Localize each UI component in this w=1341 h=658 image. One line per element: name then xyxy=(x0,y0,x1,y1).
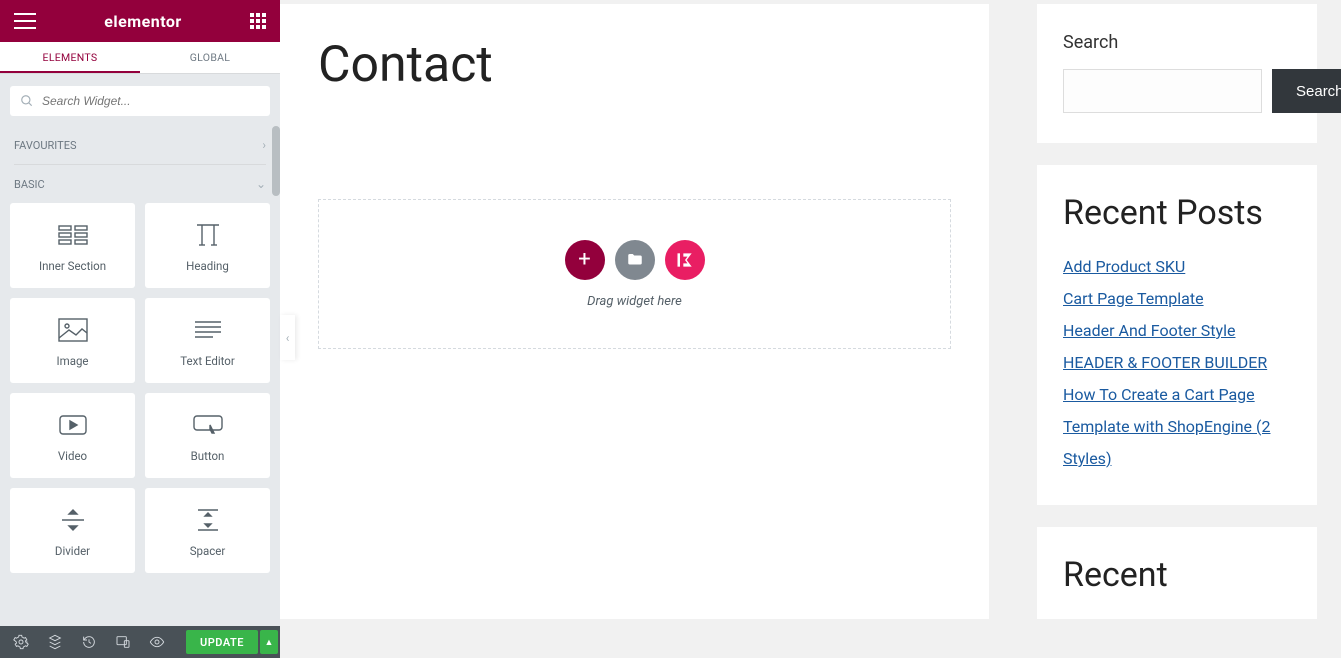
recent-title: Recent xyxy=(1063,555,1291,595)
recent-posts-widget: Recent Posts Add Product SKU Cart Page T… xyxy=(1037,165,1317,505)
widget-text-editor[interactable]: Text Editor xyxy=(145,298,270,383)
apps-icon[interactable] xyxy=(250,13,266,29)
image-icon xyxy=(53,314,93,346)
update-button[interactable]: UPDATE xyxy=(186,630,258,654)
category-label: FAVOURITES xyxy=(14,139,76,152)
settings-button[interactable] xyxy=(4,626,38,658)
menu-icon[interactable] xyxy=(14,13,36,29)
widget-label: Spacer xyxy=(190,544,226,558)
video-icon xyxy=(53,409,93,441)
category-basic[interactable]: BASIC ⌄ xyxy=(0,165,280,203)
history-button[interactable] xyxy=(72,626,106,658)
elementor-panel: elementor ELEMENTS GLOBAL FAVOURITES › B… xyxy=(0,0,280,658)
tab-global[interactable]: GLOBAL xyxy=(140,42,280,73)
post-link[interactable]: Cart Page Template xyxy=(1063,283,1291,315)
panel-scroll: FAVOURITES › BASIC ⌄ Inner Section Headi… xyxy=(0,126,280,658)
panel-scrollbar[interactable] xyxy=(272,126,280,196)
widget-label: Image xyxy=(56,354,88,368)
divider-icon xyxy=(53,504,93,536)
main-content: Contact + Drag widget here xyxy=(280,4,989,619)
search-field[interactable] xyxy=(1063,69,1262,113)
post-link[interactable]: Add Product SKU xyxy=(1063,251,1291,283)
chevron-right-icon: › xyxy=(262,138,266,152)
preview-button[interactable] xyxy=(140,626,174,658)
widget-grid: Inner Section Heading Image Text Editor xyxy=(0,203,280,573)
chevron-down-icon: ⌄ xyxy=(256,177,266,191)
text-editor-icon xyxy=(188,314,228,346)
panel-footer: UPDATE ▲ xyxy=(0,626,280,658)
search-button[interactable]: Search xyxy=(1272,69,1341,113)
button-icon xyxy=(188,409,228,441)
recent-posts-title: Recent Posts xyxy=(1063,193,1291,233)
widget-label: Button xyxy=(191,449,225,463)
recent-widget: Recent xyxy=(1037,527,1317,619)
search-widget: Search Search xyxy=(1037,4,1317,143)
widget-button[interactable]: Button xyxy=(145,393,270,478)
widget-label: Video xyxy=(58,449,87,463)
search-input[interactable] xyxy=(34,94,260,108)
preview-area: Contact + Drag widget here Search xyxy=(280,0,1341,658)
collapse-handle[interactable]: ‹ xyxy=(280,315,295,360)
navigator-button[interactable] xyxy=(38,626,72,658)
panel-header: elementor xyxy=(0,0,280,42)
page-title: Contact xyxy=(318,36,951,94)
post-link[interactable]: HEADER & FOOTER BUILDER xyxy=(1063,347,1291,379)
spacer-icon xyxy=(188,504,228,536)
inner-section-icon xyxy=(53,219,93,251)
panel-tabs: ELEMENTS GLOBAL xyxy=(0,42,280,74)
tab-elements[interactable]: ELEMENTS xyxy=(0,42,140,73)
widget-spacer[interactable]: Spacer xyxy=(145,488,270,573)
category-label: BASIC xyxy=(14,178,45,191)
heading-icon xyxy=(188,219,228,251)
update-options-button[interactable]: ▲ xyxy=(260,630,278,654)
brand-logo: elementor xyxy=(104,12,182,31)
widget-label: Divider xyxy=(55,544,90,558)
drop-hint: Drag widget here xyxy=(587,294,682,309)
page-sidebar: Search Search Recent Posts Add Product S… xyxy=(1037,4,1317,619)
post-link[interactable]: Header And Footer Style xyxy=(1063,315,1291,347)
panel-search xyxy=(0,74,280,126)
widget-label: Heading xyxy=(186,259,229,273)
category-favourites[interactable]: FAVOURITES › xyxy=(0,126,280,164)
elementskit-button[interactable] xyxy=(665,240,705,280)
folder-icon xyxy=(626,251,644,269)
search-icon xyxy=(20,94,34,108)
ekit-icon xyxy=(675,250,695,270)
responsive-button[interactable] xyxy=(106,626,140,658)
widget-heading[interactable]: Heading xyxy=(145,203,270,288)
widget-image[interactable]: Image xyxy=(10,298,135,383)
post-link[interactable]: How To Create a Cart Page Template with … xyxy=(1063,379,1291,475)
search-widget-title: Search xyxy=(1063,32,1291,53)
widget-divider[interactable]: Divider xyxy=(10,488,135,573)
drop-zone[interactable]: + Drag widget here xyxy=(318,199,951,349)
widget-label: Text Editor xyxy=(180,354,235,368)
widget-label: Inner Section xyxy=(39,259,106,273)
add-template-button[interactable] xyxy=(615,240,655,280)
add-section-button[interactable]: + xyxy=(565,240,605,280)
widget-inner-section[interactable]: Inner Section xyxy=(10,203,135,288)
widget-video[interactable]: Video xyxy=(10,393,135,478)
